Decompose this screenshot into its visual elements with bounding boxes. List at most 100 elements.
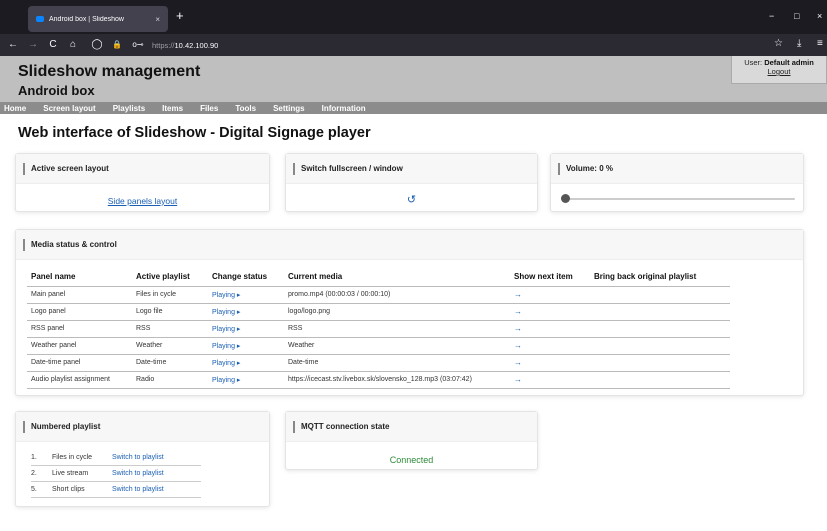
menu-settings[interactable]: Settings xyxy=(273,104,305,113)
column-header: Bring back original playlist xyxy=(590,268,730,287)
playlist-name: Live stream xyxy=(52,470,89,477)
menu-information[interactable]: Information xyxy=(322,104,366,113)
shield-icon[interactable]: ◯ xyxy=(90,38,104,52)
bring-back-cell xyxy=(590,337,730,355)
current-media: Weather xyxy=(284,337,510,355)
card-header: Media status & control xyxy=(16,230,803,260)
change-status-link[interactable]: Playing ▸ xyxy=(212,360,240,367)
show-next-item-icon[interactable]: → xyxy=(514,358,522,367)
menu-items[interactable]: Items xyxy=(162,104,183,113)
browser-tab[interactable]: Android box | Slideshow × xyxy=(28,6,168,32)
table-header-row: Panel name Active playlist Change status… xyxy=(27,268,730,287)
change-status-link[interactable]: Playing ▸ xyxy=(212,309,240,316)
card-marker xyxy=(23,420,25,433)
bring-back-cell xyxy=(590,303,730,321)
menu-screen-layout[interactable]: Screen layout xyxy=(43,104,95,113)
show-next-item-icon[interactable]: → xyxy=(514,375,522,384)
logout-link[interactable]: Logout xyxy=(732,67,826,76)
bookmark-icon[interactable]: ☆ xyxy=(774,38,783,49)
change-status-link[interactable]: Playing ▸ xyxy=(212,292,240,299)
volume-slider-track[interactable] xyxy=(565,198,795,200)
forward-icon[interactable]: → xyxy=(26,38,40,52)
menu-tools[interactable]: Tools xyxy=(235,104,256,113)
card-title: MQTT connection state xyxy=(301,422,390,431)
change-status-link[interactable]: Playing ▸ xyxy=(212,326,240,333)
playlist-number: 1. xyxy=(31,454,37,461)
media-status-table: Panel name Active playlist Change status… xyxy=(27,268,730,389)
active-playlist: Files in cycle xyxy=(132,286,208,304)
table-row: Logo panel Logo file Playing ▸ logo/logo… xyxy=(27,303,730,321)
favicon-icon xyxy=(36,16,44,22)
switch-to-playlist-link[interactable]: Switch to playlist xyxy=(112,454,164,461)
card-marker xyxy=(23,162,25,175)
reload-icon[interactable]: C xyxy=(46,38,60,52)
panel-name: Date-time panel xyxy=(27,354,132,372)
fullscreen-card: Switch fullscreen / window ↺ xyxy=(285,153,538,212)
card-title: Switch fullscreen / window xyxy=(301,164,403,173)
browser-tab-bar: Android box | Slideshow × + − □ × xyxy=(0,0,827,34)
device-name: Android box xyxy=(18,83,95,98)
card-title: Volume: 0 % xyxy=(566,164,613,173)
change-status-link[interactable]: Playing ▸ xyxy=(212,343,240,350)
menu-home[interactable]: Home xyxy=(4,104,26,113)
card-header: Volume: 0 % xyxy=(551,154,803,184)
card-body: Connected xyxy=(286,442,537,468)
volume-slider-handle[interactable] xyxy=(561,194,570,203)
card-title: Active screen layout xyxy=(31,164,109,173)
playlist-number: 5. xyxy=(31,486,37,493)
column-header: Panel name xyxy=(27,268,132,287)
show-next-item-icon[interactable]: → xyxy=(514,341,522,350)
url-scheme: https:// xyxy=(152,40,175,50)
playlist-name: Files in cycle xyxy=(52,454,93,461)
card-marker xyxy=(23,238,25,251)
browser-nav-bar: ← → C ⌂ ◯ 🔒 o⊸ https://10.42.100.90 ☆ ⤓ … xyxy=(0,34,827,56)
list-item: 5. Short clips Switch to playlist xyxy=(31,482,201,498)
media-status-card: Media status & control Panel name Active… xyxy=(15,229,804,396)
mqtt-status: Connected xyxy=(389,455,434,465)
active-playlist: Date-time xyxy=(132,354,208,372)
close-tab-icon[interactable]: × xyxy=(155,15,160,24)
playlist-number: 2. xyxy=(31,470,37,477)
new-tab-icon[interactable]: + xyxy=(176,9,184,22)
table-row: Audio playlist assignment Radio Playing … xyxy=(27,371,730,389)
column-header: Show next item xyxy=(510,268,590,287)
menu-icon[interactable]: ≡ xyxy=(817,38,823,49)
menu-files[interactable]: Files xyxy=(200,104,218,113)
switch-to-playlist-link[interactable]: Switch to playlist xyxy=(112,470,164,477)
card-body: Side panels layout xyxy=(16,184,269,209)
toggle-fullscreen-icon[interactable]: ↺ xyxy=(407,193,416,206)
menu-playlists[interactable]: Playlists xyxy=(113,104,145,113)
download-icon[interactable]: ⤓ xyxy=(797,38,801,49)
close-window-icon[interactable]: × xyxy=(817,11,822,21)
key-icon[interactable]: o⊸ xyxy=(130,38,146,52)
lock-icon[interactable]: 🔒 xyxy=(110,38,124,52)
maximize-icon[interactable]: □ xyxy=(794,11,799,21)
active-playlist: Radio xyxy=(132,371,208,389)
panel-name: Audio playlist assignment xyxy=(27,371,132,389)
list-item: 1. Files in cycle Switch to playlist xyxy=(31,450,201,466)
back-icon[interactable]: ← xyxy=(6,38,20,52)
current-media: https://icecast.stv.livebox.sk/slovensko… xyxy=(284,371,510,389)
card-header: Active screen layout xyxy=(16,154,269,184)
active-layout-card: Active screen layout Side panels layout xyxy=(15,153,270,212)
url-bar[interactable]: https://10.42.100.90 xyxy=(152,41,218,50)
current-media: logo/logo.png xyxy=(284,303,510,321)
bring-back-cell xyxy=(590,286,730,304)
change-status-link[interactable]: Playing ▸ xyxy=(212,377,240,384)
main-menu: Home Screen layout Playlists Items Files… xyxy=(0,102,827,114)
user-box: User: Default admin Logout xyxy=(731,56,827,84)
active-playlist: Logo file xyxy=(132,303,208,321)
show-next-item-icon[interactable]: → xyxy=(514,290,522,299)
bring-back-cell xyxy=(590,371,730,389)
table-row: Weather panel Weather Playing ▸ Weather … xyxy=(27,337,730,355)
show-next-item-icon[interactable]: → xyxy=(514,307,522,316)
switch-to-playlist-link[interactable]: Switch to playlist xyxy=(112,486,164,493)
playlist-name: Short clips xyxy=(52,486,85,493)
show-next-item-icon[interactable]: → xyxy=(514,324,522,333)
home-icon[interactable]: ⌂ xyxy=(66,38,80,52)
minimize-icon[interactable]: − xyxy=(769,11,774,21)
card-title: Numbered playlist xyxy=(31,422,101,431)
side-panels-layout-link[interactable]: Side panels layout xyxy=(108,196,177,206)
card-body: ↺ xyxy=(286,184,537,208)
card-marker xyxy=(558,162,560,175)
